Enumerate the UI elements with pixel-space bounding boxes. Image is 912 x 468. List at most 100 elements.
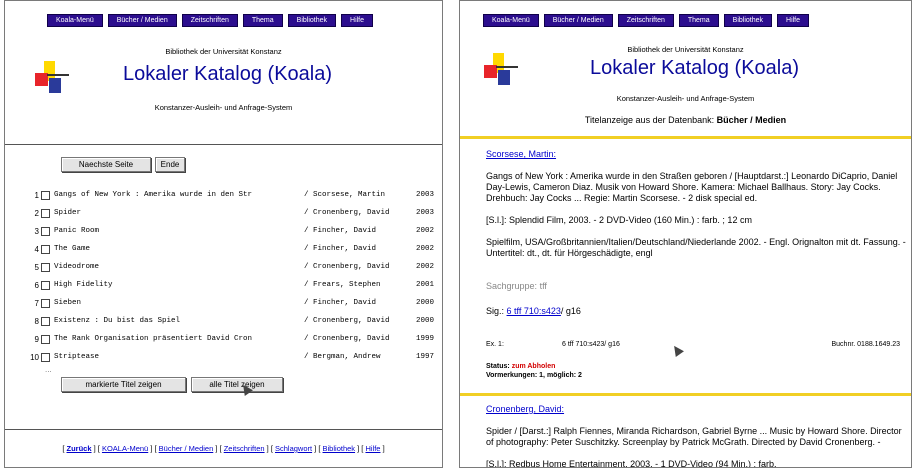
record-description: Spider / [Darst.:] Ralph Fiennes, Mirand… xyxy=(486,426,902,447)
footer-link-library[interactable]: Bibliothek xyxy=(323,444,356,453)
nav-journals[interactable]: Zeitschriften xyxy=(181,14,238,27)
select-checkbox[interactable] xyxy=(41,280,50,290)
result-author: / Bergman, Andrew xyxy=(304,353,381,361)
copy-label: Ex. 1: xyxy=(486,341,504,348)
list-item[interactable]: 3 Panic Room / Fincher, David 2002 xyxy=(21,222,434,240)
nav-topic[interactable]: Thema xyxy=(678,14,719,27)
result-title[interactable]: Striptease xyxy=(54,353,304,361)
result-title[interactable]: The Game xyxy=(54,245,304,253)
list-item[interactable]: 1 Gangs of New York : Amerika wurde in de… xyxy=(21,186,434,204)
result-title[interactable]: High Fidelity xyxy=(54,281,304,289)
result-title[interactable]: The Rank Organisation präsentiert David … xyxy=(54,335,304,343)
result-year: 2002 xyxy=(415,227,434,235)
nav-books-media[interactable]: Bücher / Medien xyxy=(543,14,613,27)
status-label: Status: xyxy=(486,363,510,370)
view-database: Bücher / Medien xyxy=(716,115,787,125)
copy-book-number: Buchnr. 0188.1649.23 xyxy=(831,341,900,348)
result-year: 2000 xyxy=(415,317,434,325)
footer-link-back[interactable]: Zurück xyxy=(67,444,92,453)
result-author: / Cronenberg, David xyxy=(304,263,390,271)
result-author: / Fincher, David xyxy=(304,299,377,307)
footer-link-help[interactable]: Hilfe xyxy=(365,444,380,453)
result-title[interactable]: Existenz : Du bist das Spiel xyxy=(54,317,304,325)
result-title[interactable]: Panic Room xyxy=(54,227,304,235)
result-number: 2 xyxy=(34,208,39,218)
select-checkbox[interactable] xyxy=(41,190,50,200)
next-page-button[interactable]: Naechste Seite xyxy=(61,157,151,172)
more-indicator: ... xyxy=(45,365,52,374)
result-title[interactable]: Spider xyxy=(54,209,304,217)
koala-logo-icon xyxy=(35,61,69,95)
institution-name: Bibliothek der Universität Konstanz xyxy=(165,47,282,56)
list-item[interactable]: 8 Existenz : Du bist das Spiel / Cronenber… xyxy=(21,312,434,330)
select-checkbox[interactable] xyxy=(41,298,50,308)
nav-journals[interactable]: Zeitschriften xyxy=(617,14,674,27)
list-item[interactable]: 7 Sieben / Fincher, David 2000 xyxy=(21,294,434,312)
nav-koala-menu[interactable]: Koala-Menü xyxy=(47,14,103,27)
list-item[interactable]: 9 The Rank Organisation präsentiert David… xyxy=(21,330,434,348)
select-checkbox[interactable] xyxy=(41,262,50,272)
divider xyxy=(5,429,442,430)
list-item[interactable]: 6 High Fidelity / Frears, Stephen 2001 xyxy=(21,276,434,294)
subject-group: Sachgruppe: tff xyxy=(486,281,906,292)
page-subtitle: Konstanzer-Ausleih- und Anfrage-System xyxy=(616,94,755,103)
page-title: Lokaler Katalog (Koala) xyxy=(123,63,333,85)
result-year: 2002 xyxy=(415,263,434,271)
record-publication: [S.l.]: Redbus Home Entertainment, 2003.… xyxy=(486,459,777,468)
footer-link-books-media[interactable]: Bücher / Medien xyxy=(159,444,214,453)
result-author: / Cronenberg, David xyxy=(304,335,390,343)
result-number: 10 xyxy=(30,352,39,362)
signature: Sig.: 6 tff 710:s423/ g16 xyxy=(486,306,906,317)
top-nav: Koala-Menü Bücher / Medien Zeitschriften… xyxy=(47,14,374,27)
result-title[interactable]: Gangs of New York : Amerika wurde in den… xyxy=(54,191,304,199)
select-checkbox[interactable] xyxy=(41,334,50,344)
result-number: 7 xyxy=(34,298,39,308)
list-item[interactable]: 2 Spider / Cronenberg, David 2003 xyxy=(21,204,434,222)
signature-suffix: / g16 xyxy=(560,306,581,316)
select-checkbox[interactable] xyxy=(41,226,50,236)
result-title[interactable]: Videodrome xyxy=(54,263,304,271)
select-checkbox[interactable] xyxy=(41,352,50,362)
list-item[interactable]: 10 Striptease / Bergman, Andrew 1997 xyxy=(21,348,434,366)
select-checkbox[interactable] xyxy=(41,208,50,218)
result-year: 2002 xyxy=(415,245,434,253)
result-title[interactable]: Sieben xyxy=(54,299,304,307)
select-checkbox[interactable] xyxy=(41,316,50,326)
author-link[interactable]: Cronenberg, David: xyxy=(486,404,906,415)
author-link[interactable]: Scorsese, Martin: xyxy=(486,149,906,160)
left-window: Koala-Menü Bücher / Medien Zeitschriften… xyxy=(4,0,443,468)
result-number: 5 xyxy=(34,262,39,272)
footer-link-journals[interactable]: Zeitschriften xyxy=(224,444,265,453)
reservations: Vormerkungen: 1, möglich: 2 xyxy=(486,372,582,379)
show-all-button[interactable]: alle Titel zeigen xyxy=(191,377,283,392)
view-prefix: Titelanzeige aus der Datenbank: xyxy=(584,115,715,125)
nav-help[interactable]: Hilfe xyxy=(341,14,374,27)
list-item[interactable]: 5 Videodrome / Cronenberg, David 2002 xyxy=(21,258,434,276)
show-marked-button[interactable]: markierte Titel zeigen xyxy=(61,377,186,392)
top-nav: Koala-Menü Bücher / Medien Zeitschriften… xyxy=(483,14,810,27)
result-year: 2003 xyxy=(415,209,434,217)
koala-logo-icon xyxy=(484,53,518,87)
result-year: 2003 xyxy=(415,191,434,199)
nav-help[interactable]: Hilfe xyxy=(777,14,810,27)
footer-nav: [ Zurück ] [ KOALA-Menü ] [ Bücher / Med… xyxy=(62,444,385,453)
subject-group-value: tff xyxy=(539,281,547,291)
nav-topic[interactable]: Thema xyxy=(242,14,283,27)
section-divider xyxy=(460,393,911,396)
signature-link[interactable]: 6 tff 710:s423 xyxy=(507,306,561,316)
nav-books-media[interactable]: Bücher / Medien xyxy=(107,14,177,27)
footer-link-koala-menu[interactable]: KOALA-Menü xyxy=(102,444,148,453)
nav-library[interactable]: Bibliothek xyxy=(287,14,337,27)
result-number: 8 xyxy=(34,316,39,326)
end-button[interactable]: Ende xyxy=(155,157,185,172)
right-window: Koala-Menü Bücher / Medien Zeitschriften… xyxy=(459,0,912,468)
select-checkbox[interactable] xyxy=(41,244,50,254)
nav-library[interactable]: Bibliothek xyxy=(723,14,773,27)
footer-link-subject[interactable]: Schlagwort xyxy=(275,444,312,453)
result-author: / Cronenberg, David xyxy=(304,317,390,325)
list-item[interactable]: 4 The Game / Fincher, David 2002 xyxy=(21,240,434,258)
result-year: 2000 xyxy=(415,299,434,307)
nav-koala-menu[interactable]: Koala-Menü xyxy=(483,14,539,27)
result-author: / Fincher, David xyxy=(304,227,377,235)
result-number: 4 xyxy=(34,244,39,254)
